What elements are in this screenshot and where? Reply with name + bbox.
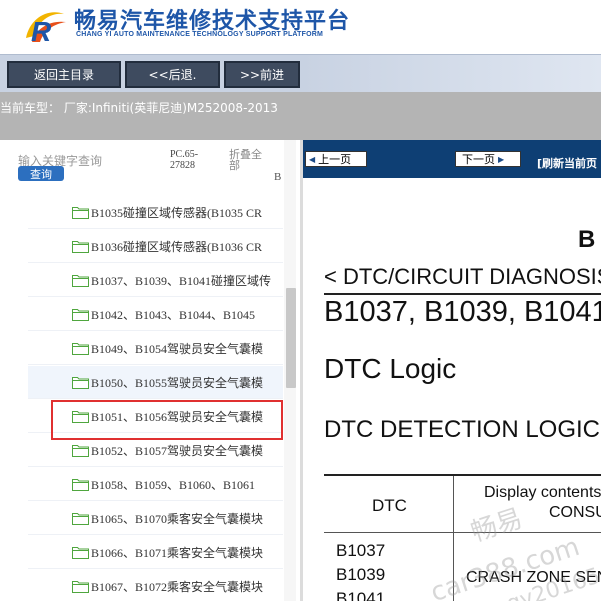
tree-item-label: B1067、B1072乘客安全气囊模块 (91, 579, 264, 594)
tree-item[interactable]: B1065、B1070乘客安全气囊模块 (28, 502, 283, 535)
document-panel: ◀ 上一页 下一页 ▶ [刷新当前页 B < DTC/CIRCUIT DIAGN… (303, 140, 601, 601)
home-button[interactable]: 返回主目录 (7, 61, 121, 88)
tree-item[interactable]: B1067、B1072乘客安全气囊模块 (28, 570, 283, 601)
tree-item-label: B1066、B1071乘客安全气囊模块 (91, 545, 264, 560)
header-banner: R 畅易汽车维修技术支持平台 CHANG YI AUTO MAINTENANCE… (0, 0, 601, 54)
triangle-right-icon: ▶ (498, 154, 505, 164)
document-toolbar: ◀ 上一页 下一页 ▶ [刷新当前页 (303, 140, 601, 178)
tree-item-label: B1037、B1039、B1041碰撞区域传 (91, 273, 272, 288)
table-header-divider (324, 532, 601, 533)
table-header-display: Display contents (484, 484, 601, 501)
table-cell-code: B1039 (336, 565, 386, 584)
tree-item[interactable]: B1036碰撞区域传感器(B1036 CR (28, 230, 283, 263)
folder-icon (72, 240, 89, 253)
tree-item[interactable]: B1042、B1043、B1044、B1045 (28, 298, 283, 331)
folder-icon (72, 206, 89, 219)
heading-rule (324, 293, 601, 295)
tree-list: B1035碰撞区域传感器(B1035 CR B1036碰撞区域传感器(B1036… (0, 196, 283, 601)
tree-item[interactable]: B1058、B1059、B1060、B1061 (28, 468, 283, 501)
sidebar: 输入关键字查询 查询 PC.65- 27828 折叠全 部 B B1035碰撞区… (0, 140, 300, 601)
tree-item[interactable]: B1066、B1071乘客安全气囊模块 (28, 536, 283, 569)
side-letter: B (274, 171, 282, 183)
logo-icon: R (26, 12, 66, 46)
table-cell-code: B1037 (336, 541, 386, 560)
table-cell-display: CRASH ZONE SEN (466, 569, 601, 586)
tree-item-label: B1065、B1070乘客安全气囊模块 (91, 511, 264, 526)
tree-item-label: B1042、B1043、B1044、B1045 (91, 307, 256, 322)
dtc-table: DTC Display contents CONSULT B1037 B1039… (324, 474, 601, 601)
tree-item[interactable]: B1035碰撞区域传感器(B1035 CR (28, 196, 283, 229)
folder-icon (72, 580, 89, 593)
dtc-logic-heading: DTC Logic (324, 353, 457, 384)
collapse-all-link[interactable]: 折叠全 部 (229, 149, 262, 171)
triangle-left-icon: ◀ (309, 154, 316, 164)
tree-item-label: B1049、B1054驾驶员安全气囊模 (91, 341, 264, 356)
folder-icon (72, 308, 89, 321)
table-column-divider (453, 476, 454, 601)
table-header-dtc: DTC (372, 496, 407, 515)
pc-code-line1: PC.65- (170, 149, 199, 160)
folder-icon (72, 546, 89, 559)
back-button[interactable]: <<后退. (125, 61, 220, 88)
current-vehicle-label: 当前车型： 厂家:Infiniti(英菲尼迪)M252008-2013 (0, 101, 278, 115)
tree-item-hover[interactable]: B1050、B1055驾驶员安全气囊模 (28, 366, 283, 399)
folder-icon (72, 512, 89, 525)
platform-subtitle: CHANG YI AUTO MAINTENANCE TECHNOLOGY SUP… (76, 31, 324, 38)
forward-button[interactable]: >>前进 (224, 61, 300, 88)
document-content: B < DTC/CIRCUIT DIAGNOSIS B1037, B1039, … (303, 178, 601, 601)
diagnosis-heading: < DTC/CIRCUIT DIAGNOSIS (324, 264, 601, 289)
folder-icon (72, 274, 89, 287)
tree-item-label: B1036碰撞区域传感器(B1036 CR (91, 239, 263, 254)
dtc-codes-heading: B1037, B1039, B1041 (324, 296, 601, 328)
prev-page-label: 上一页 (318, 153, 352, 166)
folder-icon (72, 376, 89, 389)
tree-item[interactable]: B1049、B1054驾驶员安全气囊模 (28, 332, 283, 365)
collapse-all-line2: 部 (229, 159, 240, 172)
refresh-page-link[interactable]: [刷新当前页 (537, 155, 597, 171)
tree-item-label: B1035碰撞区域传感器(B1035 CR (91, 205, 263, 220)
folder-icon (72, 478, 89, 491)
next-page-label: 下一页 (462, 153, 495, 166)
search-button[interactable]: 查询 (18, 166, 64, 181)
prev-page-button[interactable]: ◀ 上一页 (305, 151, 367, 167)
pc-code-line2: 27828 (170, 160, 195, 171)
tree-item-label: B1058、B1059、B1060、B1061 (91, 477, 256, 492)
tree-item-label: B1050、B1055驾驶员安全气囊模 (91, 375, 264, 390)
sidebar-scroll-thumb[interactable] (286, 288, 296, 388)
tree-item-label: B1052、B1057驾驶员安全气囊模 (91, 443, 264, 458)
vehicle-info-bar: 当前车型： 厂家:Infiniti(英菲尼迪)M252008-2013 (0, 92, 601, 140)
pc-code-label: PC.65- 27828 (170, 149, 198, 171)
tree-item-selected[interactable]: B1037、B1039、B1041碰撞区域传 (28, 264, 283, 297)
nav-bar: 返回主目录 <<后退. >>前进 (0, 54, 601, 92)
folder-icon (72, 444, 89, 457)
table-cell-code: B1041 (336, 589, 386, 601)
svg-text:R: R (31, 16, 52, 46)
section-letter: B (578, 226, 596, 253)
detection-logic-heading: DTC DETECTION LOGIC (324, 416, 601, 443)
next-page-button[interactable]: 下一页 ▶ (455, 151, 521, 167)
folder-icon (72, 342, 89, 355)
table-header-consult: CONSULT (549, 504, 601, 521)
selection-highlight-box (51, 400, 283, 440)
